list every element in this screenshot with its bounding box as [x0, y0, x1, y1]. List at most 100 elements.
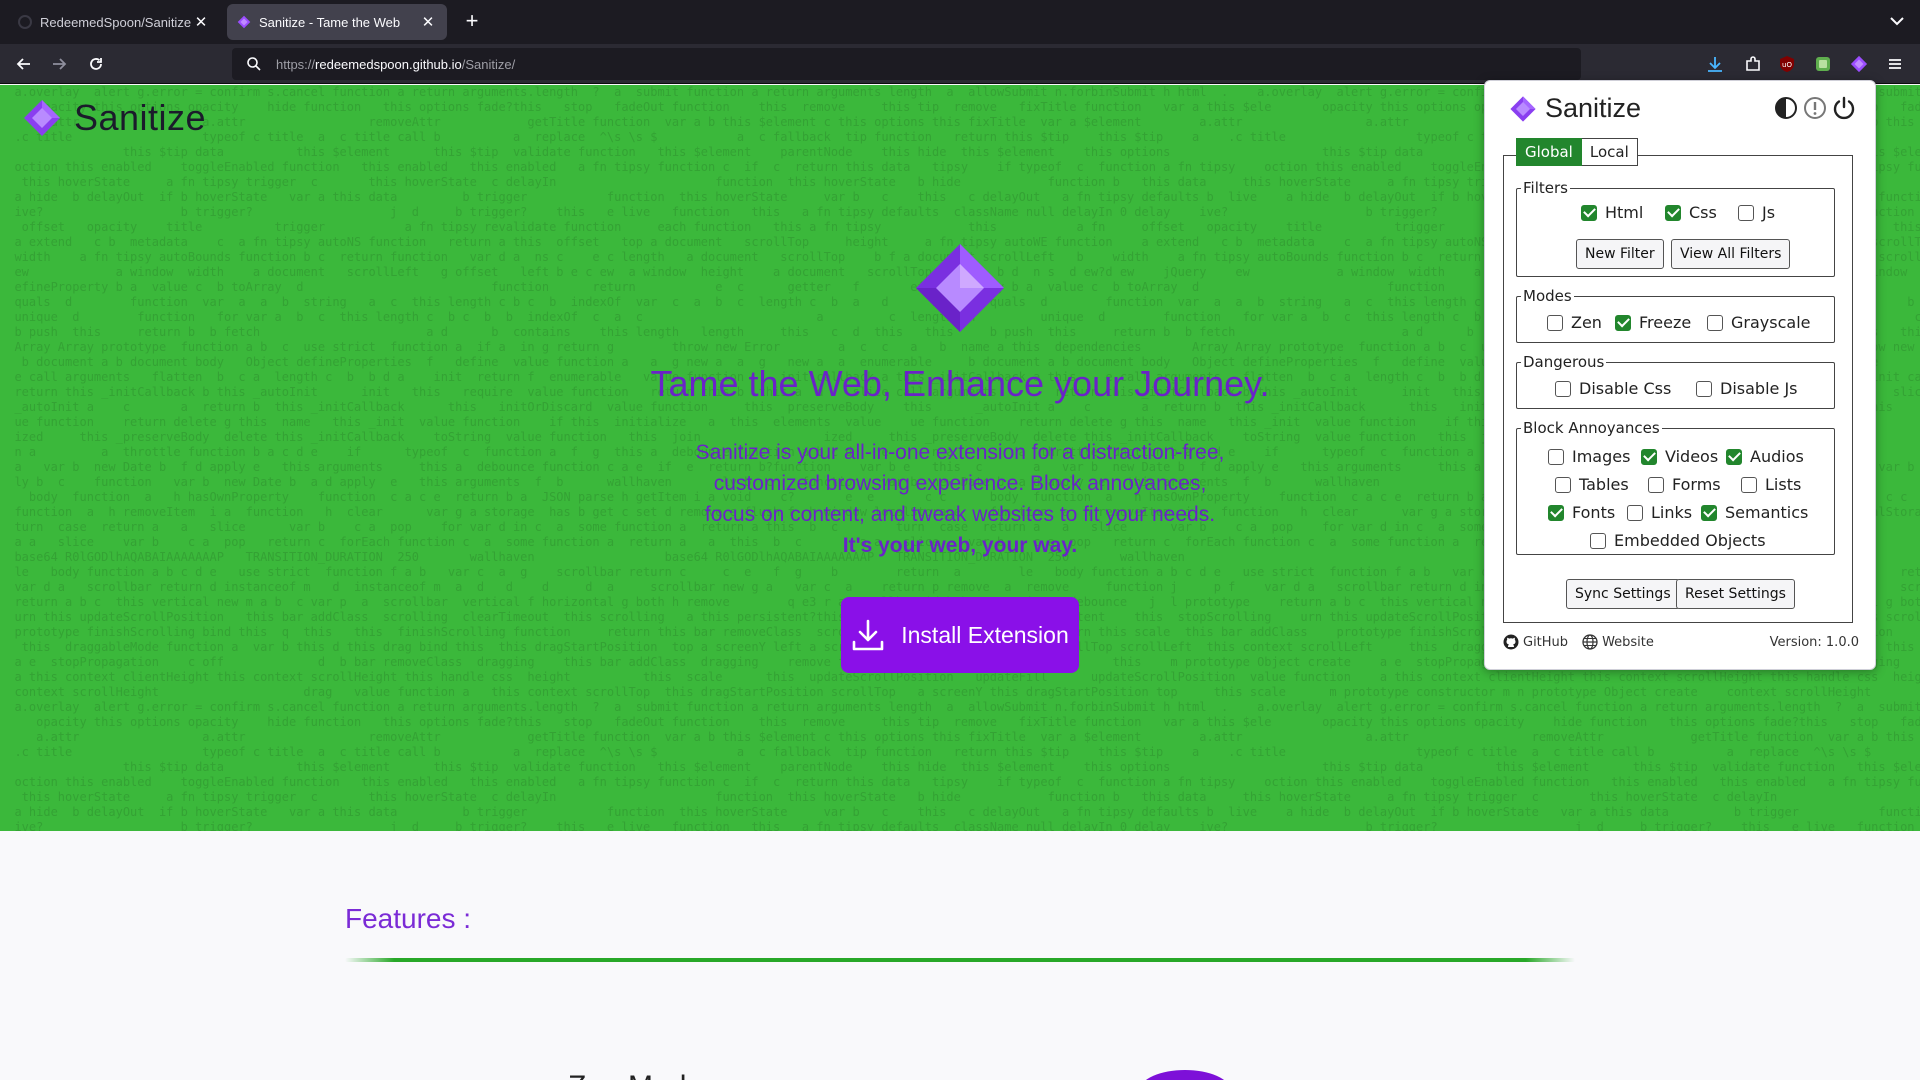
checkbox[interactable]	[1707, 314, 1723, 331]
mode-zen-toggle[interactable]: Zen	[1547, 313, 1602, 332]
annoyances-legend: Block Annoyances	[1523, 419, 1660, 437]
install-extension-button[interactable]: Install Extension	[841, 597, 1079, 673]
block-forms-toggle[interactable]: Forms	[1648, 475, 1721, 494]
mode-freeze-toggle[interactable]: Freeze	[1615, 313, 1691, 332]
checkbox[interactable]	[1555, 476, 1571, 493]
block-videos-toggle[interactable]: Videos	[1641, 447, 1718, 466]
checkbox[interactable]	[1741, 476, 1757, 493]
filters-legend: Filters	[1523, 179, 1568, 197]
report-button[interactable]	[1802, 95, 1828, 121]
reset-settings-button[interactable]: Reset Settings	[1676, 579, 1795, 609]
forward-button[interactable]	[47, 52, 71, 76]
version-text: Version: 1.0.0	[1769, 634, 1859, 650]
reload-button[interactable]	[84, 52, 108, 76]
new-filter-button[interactable]: New Filter	[1576, 239, 1664, 269]
green-extension-button[interactable]	[1812, 53, 1834, 75]
ublock-shield-icon: uO	[1780, 56, 1794, 72]
tab-strip: RedeemedSpoon/Sanitize: An ✕ Sanitize - …	[0, 0, 1920, 44]
mode-zen-label: Zen	[1571, 313, 1602, 332]
checkbox[interactable]	[1701, 504, 1717, 521]
hero-description: Sanitize is your all-in-one extension fo…	[690, 437, 1230, 561]
tab-local[interactable]: Local	[1581, 138, 1638, 166]
close-icon[interactable]: ✕	[419, 13, 437, 31]
tab-sanitize[interactable]: Sanitize - Tame the Web ✕	[227, 4, 447, 40]
ublock-button[interactable]: uO	[1776, 53, 1798, 75]
filter-js-label: Js	[1762, 203, 1776, 222]
github-favicon-icon	[18, 15, 32, 29]
mode-grayscale-label: Grayscale	[1731, 313, 1811, 332]
block-images-toggle[interactable]: Images	[1548, 447, 1630, 466]
app-menu-button[interactable]	[1884, 53, 1906, 75]
green-square-icon	[1816, 57, 1830, 71]
disable-js-toggle[interactable]: Disable Js	[1696, 379, 1798, 398]
tab-title: Sanitize - Tame the Web	[259, 14, 401, 30]
tab-global[interactable]: Global	[1516, 138, 1582, 166]
globe-icon	[1582, 634, 1598, 650]
popup-header-actions	[1773, 95, 1857, 121]
block-tables-toggle[interactable]: Tables	[1555, 475, 1629, 494]
checkbox[interactable]	[1665, 204, 1681, 221]
github-icon	[1503, 634, 1519, 650]
extensions-button[interactable]	[1742, 53, 1764, 75]
arrow-right-icon	[53, 58, 67, 70]
checkbox[interactable]	[1738, 204, 1754, 221]
block-semantics-toggle[interactable]: Semantics	[1701, 503, 1808, 522]
site-brand[interactable]: Sanitize	[22, 97, 206, 139]
checkbox[interactable]	[1726, 448, 1742, 465]
dangerous-legend: Dangerous	[1523, 353, 1605, 371]
downloads-button[interactable]	[1704, 53, 1726, 75]
theme-toggle-button[interactable]	[1773, 95, 1799, 121]
svg-text:uO: uO	[1782, 61, 1792, 69]
sanitize-extension-button[interactable]	[1848, 53, 1870, 75]
checkbox[interactable]	[1641, 448, 1657, 465]
puzzle-icon	[1746, 56, 1760, 71]
features-divider	[345, 958, 1575, 962]
checkbox[interactable]	[1696, 380, 1712, 397]
github-link[interactable]: GitHub	[1503, 634, 1568, 650]
disable-css-toggle[interactable]: Disable Css	[1555, 379, 1671, 398]
back-button[interactable]	[12, 52, 36, 76]
block-semantics-label: Semantics	[1725, 503, 1809, 522]
checkbox[interactable]	[1590, 532, 1606, 549]
contrast-icon	[1775, 97, 1797, 119]
filter-css-toggle[interactable]: Css	[1665, 203, 1717, 222]
power-button[interactable]	[1831, 95, 1857, 121]
checkbox[interactable]	[1548, 504, 1564, 521]
checkbox[interactable]	[1648, 476, 1664, 493]
close-icon[interactable]: ✕	[192, 13, 210, 31]
search-icon	[247, 57, 261, 71]
checkbox[interactable]	[1547, 314, 1563, 331]
sanitize-popup: Sanitize Global Local Filters Html Css J…	[1484, 80, 1876, 670]
website-label: Website	[1602, 634, 1654, 650]
address-bar[interactable]: https://redeemedspoon.github.io/Sanitize…	[232, 48, 1581, 80]
mode-grayscale-toggle[interactable]: Grayscale	[1707, 313, 1810, 332]
navigation-toolbar: https://redeemedspoon.github.io/Sanitize…	[0, 44, 1920, 84]
filter-html-toggle[interactable]: Html	[1581, 203, 1643, 222]
sync-settings-button[interactable]: Sync Settings	[1566, 579, 1680, 609]
tab-title: RedeemedSpoon/Sanitize: An	[40, 14, 192, 30]
checkbox[interactable]	[1581, 204, 1597, 221]
block-images-label: Images	[1572, 447, 1631, 466]
block-embedded-objects-toggle[interactable]: Embedded Objects	[1590, 531, 1766, 550]
tab-github[interactable]: RedeemedSpoon/Sanitize: An ✕	[8, 4, 220, 40]
mode-freeze-label: Freeze	[1639, 313, 1692, 332]
filter-js-toggle[interactable]: Js	[1738, 203, 1775, 222]
list-all-tabs-icon[interactable]	[1888, 12, 1906, 30]
new-tab-button[interactable]: +	[460, 10, 484, 34]
block-fonts-label: Fonts	[1572, 503, 1616, 522]
url-host: redeemedspoon.github.io	[315, 56, 462, 72]
block-links-toggle[interactable]: Links	[1627, 503, 1692, 522]
block-fonts-toggle[interactable]: Fonts	[1548, 503, 1615, 522]
sanitize-favicon-icon	[237, 15, 251, 29]
view-all-filters-button[interactable]: View All Filters	[1671, 239, 1791, 269]
block-audios-toggle[interactable]: Audios	[1726, 447, 1804, 466]
website-link[interactable]: Website	[1582, 634, 1654, 650]
checkbox[interactable]	[1627, 504, 1643, 521]
block-links-label: Links	[1651, 503, 1693, 522]
brand-name: Sanitize	[74, 97, 207, 138]
block-lists-toggle[interactable]: Lists	[1741, 475, 1801, 494]
checkbox[interactable]	[1548, 448, 1564, 465]
checkbox[interactable]	[1555, 380, 1571, 397]
install-extension-label: Install Extension	[901, 621, 1069, 648]
checkbox[interactable]	[1615, 314, 1631, 331]
